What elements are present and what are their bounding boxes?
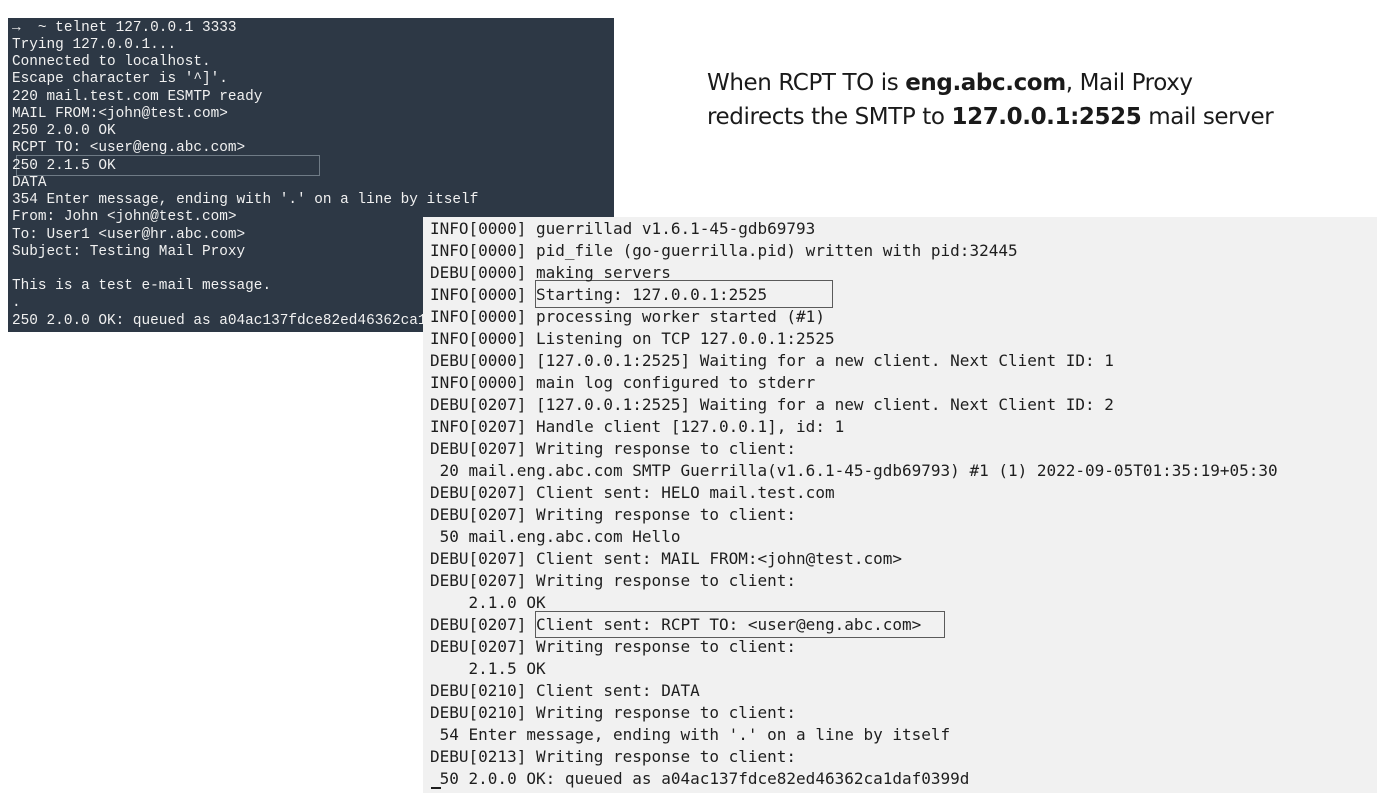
note-text: mail server [1141, 104, 1274, 130]
log-line: DEBU[0207] Writing response to client: [430, 637, 797, 656]
log-line: DEBU[0207] Writing response to client: [430, 439, 797, 458]
log-line: INFO[0207] Handle client [127.0.0.1], id… [430, 417, 845, 436]
note-text: When RCPT TO is [707, 70, 906, 96]
note-text: , Mail Proxy [1065, 70, 1193, 96]
log-line: INFO[0000] guerrillad v1.6.1-45-gdb69793 [430, 219, 816, 238]
terminal-line: Escape character is '^]'. [12, 71, 228, 87]
terminal-line: Connected to localhost. [12, 54, 211, 70]
log-line: INFO[0000] processing worker started (#1… [430, 307, 825, 326]
log-line: DEBU[0000] [127.0.0.1:2525] Waiting for … [430, 351, 1114, 370]
terminal-line: MAIL FROM:<john@test.com> [12, 106, 228, 122]
note-line-2: redirects the SMTP to 127.0.0.1:2525 mai… [707, 100, 1387, 134]
note-line-1: When RCPT TO is eng.abc.com, Mail Proxy [707, 66, 1387, 100]
log-line: DEBU[0000] making servers [430, 263, 671, 282]
terminal-line: To: User1 <user@hr.abc.com> [12, 227, 246, 243]
log-line: DEBU[0213] Writing response to client: [430, 747, 797, 766]
terminal-line: RCPT TO: <user@eng.abc.com> [12, 140, 246, 156]
log-line: DEBU[0207] Client sent: RCPT TO: <user@e… [430, 615, 922, 634]
terminal-line: . [12, 295, 21, 311]
log-line: 2.1.5 OK [430, 659, 546, 678]
terminal-line: Trying 127.0.0.1... [12, 37, 177, 53]
log-line: DEBU[0207] Writing response to client: [430, 571, 797, 590]
log-line: 54 Enter message, ending with '.' on a l… [430, 725, 951, 744]
log-line: DEBU[0207] Writing response to client: [430, 505, 797, 524]
log-line: DEBU[0207] Client sent: MAIL FROM:<john@… [430, 549, 903, 568]
terminal-line: 354 Enter message, ending with '.' on a … [12, 192, 479, 208]
note-server: 127.0.0.1:2525 [951, 104, 1142, 130]
log-line: 50 mail.eng.abc.com Hello [430, 527, 681, 546]
terminal-line: 250 2.1.5 OK [12, 158, 116, 174]
text-cursor [431, 787, 441, 789]
log-line: INFO[0000] pid_file (go-guerrilla.pid) w… [430, 241, 1018, 260]
redirect-note: When RCPT TO is eng.abc.com, Mail Proxy … [707, 66, 1387, 134]
terminal-line: This is a test e-mail message. [12, 278, 272, 294]
log-line: DEBU[0210] Writing response to client: [430, 703, 797, 722]
terminal-line: Subject: Testing Mail Proxy [12, 244, 246, 260]
terminal-line: → ~ telnet 127.0.0.1 3333 [12, 20, 237, 36]
terminal-line: 220 mail.test.com ESMTP ready [12, 89, 263, 105]
terminal-line: DATA [12, 175, 47, 191]
log-line: DEBU[0207] Client sent: HELO mail.test.c… [430, 483, 835, 502]
log-line: 2.1.0 OK [430, 593, 546, 612]
server-log-panel: INFO[0000] guerrillad v1.6.1-45-gdb69793… [423, 217, 1377, 793]
log-line: DEBU[0207] [127.0.0.1:2525] Waiting for … [430, 395, 1114, 414]
log-line: INFO[0000] main log configured to stderr [430, 373, 816, 392]
log-line: 50 2.0.0 OK: queued as a04ac137fdce82ed4… [430, 769, 970, 788]
log-line: 20 mail.eng.abc.com SMTP Guerrilla(v1.6.… [430, 461, 1278, 480]
log-line: DEBU[0210] Client sent: DATA [430, 681, 700, 700]
terminal-line: From: John <john@test.com> [12, 209, 237, 225]
note-text: redirects the SMTP to [707, 104, 952, 130]
note-domain: eng.abc.com [905, 70, 1066, 96]
log-line: INFO[0000] Starting: 127.0.0.1:2525 [430, 285, 768, 304]
terminal-line: 250 2.0.0 OK [12, 123, 116, 139]
log-line: INFO[0000] Listening on TCP 127.0.0.1:25… [430, 329, 835, 348]
